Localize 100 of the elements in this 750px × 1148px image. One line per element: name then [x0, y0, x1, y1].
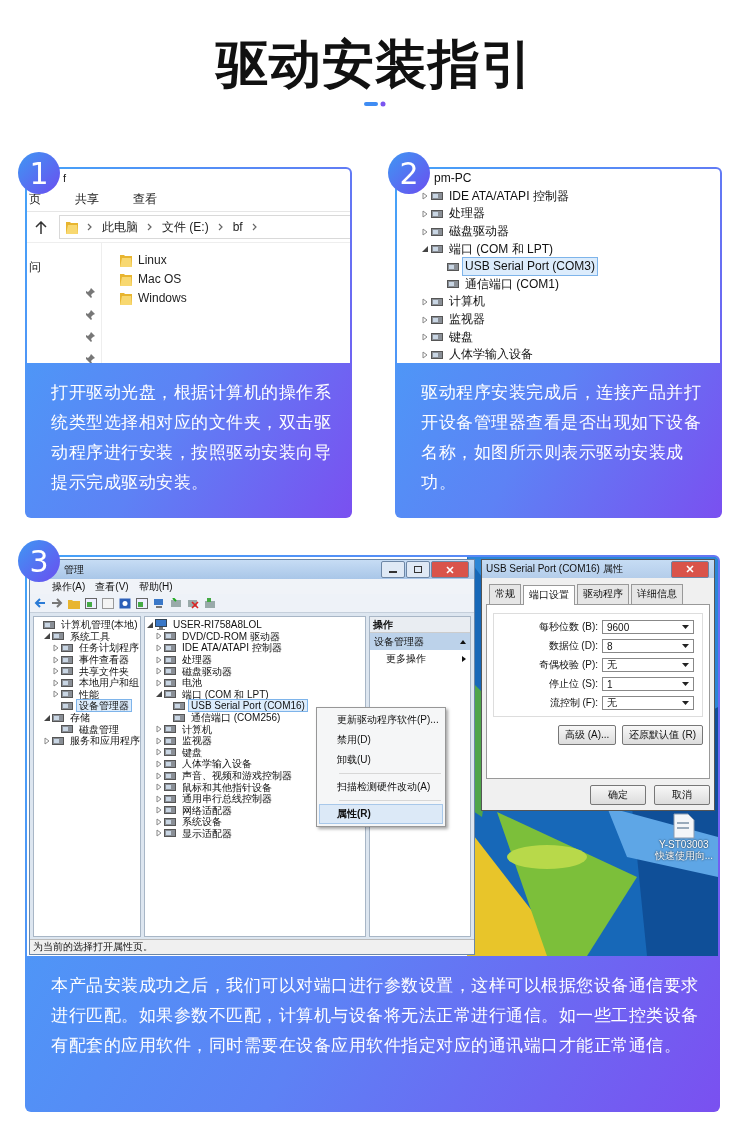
- expand-arrow-icon[interactable]: [420, 333, 429, 342]
- breadcrumb-item[interactable]: bf: [232, 220, 243, 234]
- tree-item[interactable]: 人体学输入设备: [446, 345, 536, 363]
- dialog-button[interactable]: 高级 (A)...: [557, 725, 617, 745]
- tree-item[interactable]: USB Serial Port (COM3): [462, 257, 599, 277]
- expand-arrow-icon[interactable]: [420, 350, 429, 359]
- menu-item[interactable]: 帮助(H): [138, 579, 173, 594]
- dropdown-field[interactable]: 9600: [602, 620, 694, 634]
- nav-item[interactable]: 问: [29, 259, 101, 276]
- expand-arrow-icon[interactable]: [42, 736, 51, 745]
- expand-arrow-icon[interactable]: [154, 817, 163, 826]
- tree-item[interactable]: 计算机: [446, 292, 488, 312]
- minimize-button[interactable]: [381, 561, 405, 578]
- tree-item[interactable]: 显示适配器: [179, 827, 235, 840]
- collapse-arrow-icon[interactable]: [42, 632, 51, 641]
- dropdown-field[interactable]: 无: [602, 696, 694, 710]
- expand-arrow-icon[interactable]: [154, 783, 163, 792]
- expand-arrow-icon[interactable]: [154, 644, 163, 652]
- section-bar[interactable]: 设备管理器: [370, 633, 470, 650]
- menu-item[interactable]: 卸载(U): [319, 750, 443, 770]
- tree-item[interactable]: DVD/CD-ROM 驱动器: [179, 629, 283, 643]
- breadcrumb-item[interactable]: 此电脑: [102, 218, 138, 236]
- expand-arrow-icon[interactable]: [154, 655, 163, 664]
- ribbon-tab[interactable]: 查看: [133, 190, 157, 208]
- collapse-arrow-icon[interactable]: [154, 690, 163, 699]
- action-link[interactable]: 更多操作: [386, 653, 426, 664]
- tree-item[interactable]: 磁盘管理: [76, 722, 122, 736]
- expand-arrow-icon[interactable]: [51, 678, 60, 687]
- maximize-button[interactable]: [406, 561, 430, 578]
- collapse-arrow-icon[interactable]: [145, 620, 154, 629]
- expand-arrow-icon[interactable]: [420, 315, 429, 324]
- tree-item[interactable]: 通信端口 (COM256): [188, 711, 284, 725]
- tree-item[interactable]: 系统设备: [179, 815, 225, 829]
- tree-item[interactable]: 事件查看器: [76, 653, 132, 667]
- tree-item[interactable]: USER-RI758A8LOL: [170, 618, 265, 632]
- tree-item[interactable]: 处理器: [446, 204, 488, 224]
- tree-item[interactable]: 监视器: [446, 310, 488, 330]
- expand-arrow-icon[interactable]: [420, 297, 429, 306]
- breadcrumb-item[interactable]: 文件 (E:): [162, 218, 209, 236]
- expand-arrow-icon[interactable]: [154, 736, 163, 745]
- dropdown-field[interactable]: 无: [602, 658, 694, 672]
- menu-item[interactable]: 操作(A): [52, 579, 86, 594]
- tree-item[interactable]: 端口 (COM 和 LPT): [179, 687, 272, 701]
- dialog-button[interactable]: 还原默认值 (R): [622, 725, 703, 745]
- file-name[interactable]: Linux: [138, 253, 167, 267]
- expand-arrow-icon[interactable]: [51, 667, 60, 676]
- tab[interactable]: 详细信息: [631, 584, 683, 604]
- tree-item[interactable]: 服务和应用程序: [67, 734, 140, 748]
- menu-item[interactable]: 禁用(D): [319, 730, 443, 750]
- tree-item[interactable]: pm-PC: [431, 169, 475, 189]
- dialog-button[interactable]: 取消: [654, 785, 710, 805]
- address-bar[interactable]: 此电脑 文件 (E:) bf: [59, 215, 350, 239]
- tree-item[interactable]: IDE ATA/ATAPI 控制器: [446, 186, 572, 206]
- dropdown-field[interactable]: 8: [602, 639, 694, 653]
- expand-arrow-icon[interactable]: [420, 192, 429, 201]
- tree-item[interactable]: IDE ATA/ATAPI 控制器: [179, 641, 285, 655]
- tab[interactable]: 常规: [489, 584, 521, 604]
- dialog-button[interactable]: 确定: [590, 785, 646, 805]
- ribbon-tab[interactable]: 共享: [75, 190, 99, 208]
- collapse-arrow-icon[interactable]: [42, 713, 51, 722]
- expand-arrow-icon[interactable]: [154, 667, 163, 676]
- dropdown-field[interactable]: 1: [602, 677, 694, 691]
- tree-item[interactable]: 共享文件夹: [76, 664, 132, 678]
- tree-item[interactable]: 磁盘驱动器: [179, 664, 235, 678]
- file-name[interactable]: Windows: [138, 291, 187, 305]
- tree-item[interactable]: 系统工具: [67, 629, 113, 643]
- expand-arrow-icon[interactable]: [154, 632, 163, 641]
- expand-arrow-icon[interactable]: [420, 227, 429, 236]
- tree-item[interactable]: 性能: [76, 687, 102, 701]
- expand-arrow-icon[interactable]: [154, 794, 163, 803]
- tree-item[interactable]: USB Serial Port (COM16): [188, 699, 308, 713]
- tree-item[interactable]: 磁盘驱动器: [446, 222, 512, 242]
- tree-item[interactable]: 网络适配器: [179, 803, 235, 817]
- menu-item[interactable]: 扫描检测硬件改动(A): [319, 777, 443, 797]
- tree-item[interactable]: 声音、视频和游戏控制器: [179, 769, 295, 782]
- tree-item[interactable]: 端口 (COM 和 LPT): [446, 239, 556, 259]
- tree-item[interactable]: 通用串行总线控制器: [179, 792, 275, 806]
- expand-arrow-icon[interactable]: [154, 759, 163, 768]
- expand-arrow-icon[interactable]: [51, 644, 60, 652]
- tree-item[interactable]: 电池: [179, 676, 205, 690]
- menu-item[interactable]: 更新驱动程序软件(P)...: [319, 710, 443, 730]
- expand-arrow-icon[interactable]: [154, 771, 163, 780]
- tab[interactable]: 驱动程序: [577, 584, 629, 604]
- collapse-arrow-icon[interactable]: [420, 245, 429, 254]
- tree-item[interactable]: 计算机管理(本地): [58, 618, 140, 632]
- tree-item[interactable]: 处理器: [179, 653, 215, 667]
- tree-item[interactable]: 存储: [67, 711, 93, 725]
- menu-item[interactable]: 属性(R): [319, 804, 443, 824]
- tree-item[interactable]: 人体学输入设备: [179, 757, 255, 771]
- expand-arrow-icon[interactable]: [420, 210, 429, 218]
- expand-arrow-icon[interactable]: [154, 725, 163, 734]
- tree-item[interactable]: 任务计划程序: [76, 641, 140, 655]
- menu-item[interactable]: 查看(V): [95, 579, 129, 594]
- tree-item[interactable]: 通信端口 (COM1): [462, 274, 562, 294]
- tree-item[interactable]: 监视器: [179, 734, 215, 748]
- expand-arrow-icon[interactable]: [51, 655, 60, 664]
- tree-item[interactable]: 设备管理器: [76, 699, 132, 713]
- file-name[interactable]: Mac OS: [138, 272, 182, 286]
- tree-item[interactable]: 本地用户和组: [76, 676, 140, 690]
- expand-arrow-icon[interactable]: [154, 748, 163, 757]
